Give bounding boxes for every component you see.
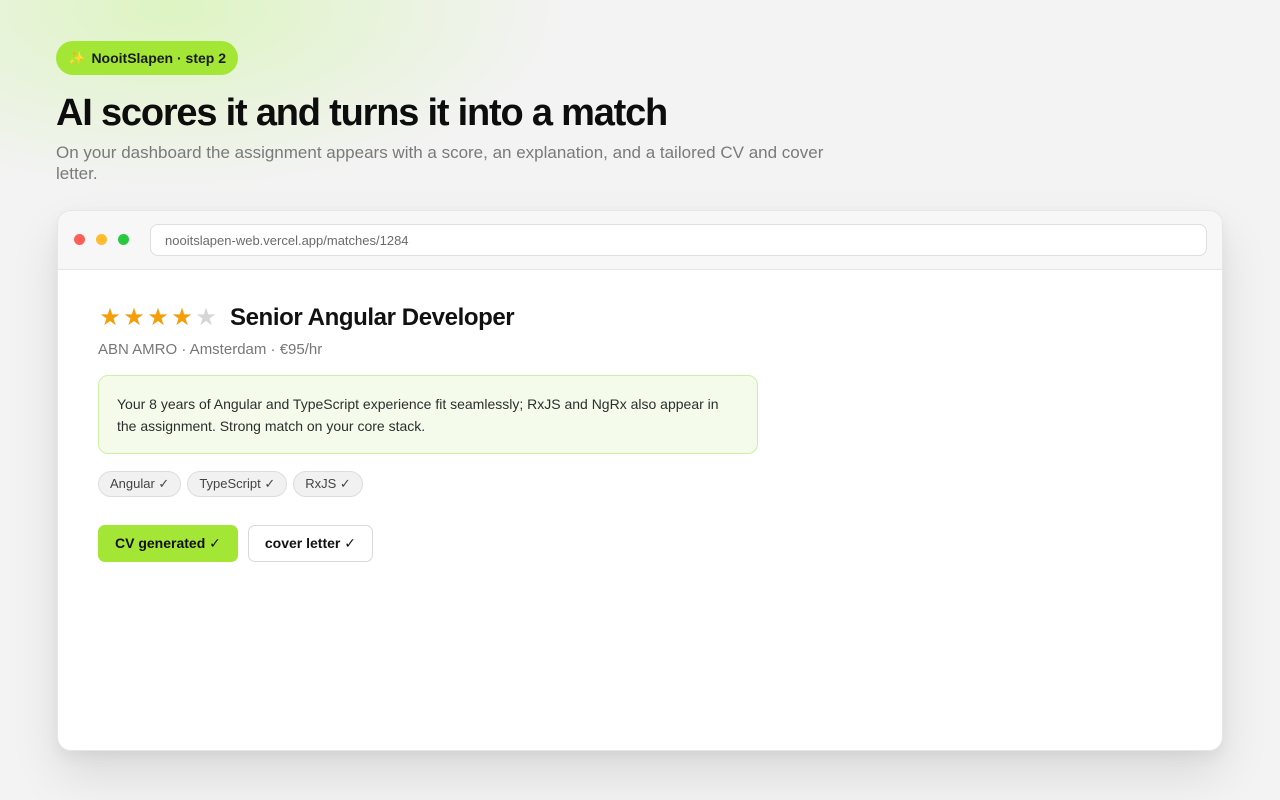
step-badge-label: NooitSlapen · step 2	[91, 50, 227, 66]
match-title-row: ★ ★ ★ ★ ★ Senior Angular Developer	[98, 304, 1182, 332]
sparkles-icon: ✨	[68, 50, 86, 66]
match-explanation: Your 8 years of Angular and TypeScript e…	[98, 375, 758, 454]
match-actions: CV generated ✓ cover letter ✓	[98, 525, 1182, 562]
page-headline: AI scores it and turns it into a match	[56, 92, 668, 134]
job-title: Senior Angular Developer	[230, 304, 515, 331]
skill-tag: RxJS ✓	[293, 471, 363, 497]
star-filled-icon: ★	[99, 304, 121, 331]
star-filled-icon: ★	[147, 304, 169, 331]
star-filled-icon: ★	[171, 304, 193, 331]
maximize-window-dot[interactable]	[118, 234, 129, 245]
step-badge: ✨ NooitSlapen · step 2	[56, 41, 239, 75]
skill-tag: TypeScript ✓	[187, 471, 288, 497]
star-filled-icon: ★	[123, 304, 145, 331]
browser-toolbar: nooitslapen-web.vercel.app/matches/1284	[58, 211, 1222, 270]
match-detail: ★ ★ ★ ★ ★ Senior Angular Developer ABN AMRO …	[98, 304, 1182, 562]
skill-tag: Angular ✓	[98, 471, 182, 497]
minimize-window-dot[interactable]	[96, 234, 107, 245]
star-rating: ★ ★ ★ ★ ★	[98, 306, 218, 330]
page-subline: On your dashboard the assignment appears…	[56, 143, 824, 183]
cv-generated-button[interactable]: CV generated ✓	[98, 525, 238, 562]
address-bar[interactable]: nooitslapen-web.vercel.app/matches/1284	[150, 224, 1207, 256]
close-window-dot[interactable]	[74, 234, 85, 245]
job-meta: ABN AMRO · Amsterdam · €95/hr	[98, 341, 323, 358]
browser-window: nooitslapen-web.vercel.app/matches/1284 …	[57, 210, 1223, 751]
star-empty-icon: ★	[195, 304, 217, 331]
skill-tags: Angular ✓ TypeScript ✓ RxJS ✓	[98, 471, 1182, 497]
cover-letter-button[interactable]: cover letter ✓	[247, 525, 373, 562]
